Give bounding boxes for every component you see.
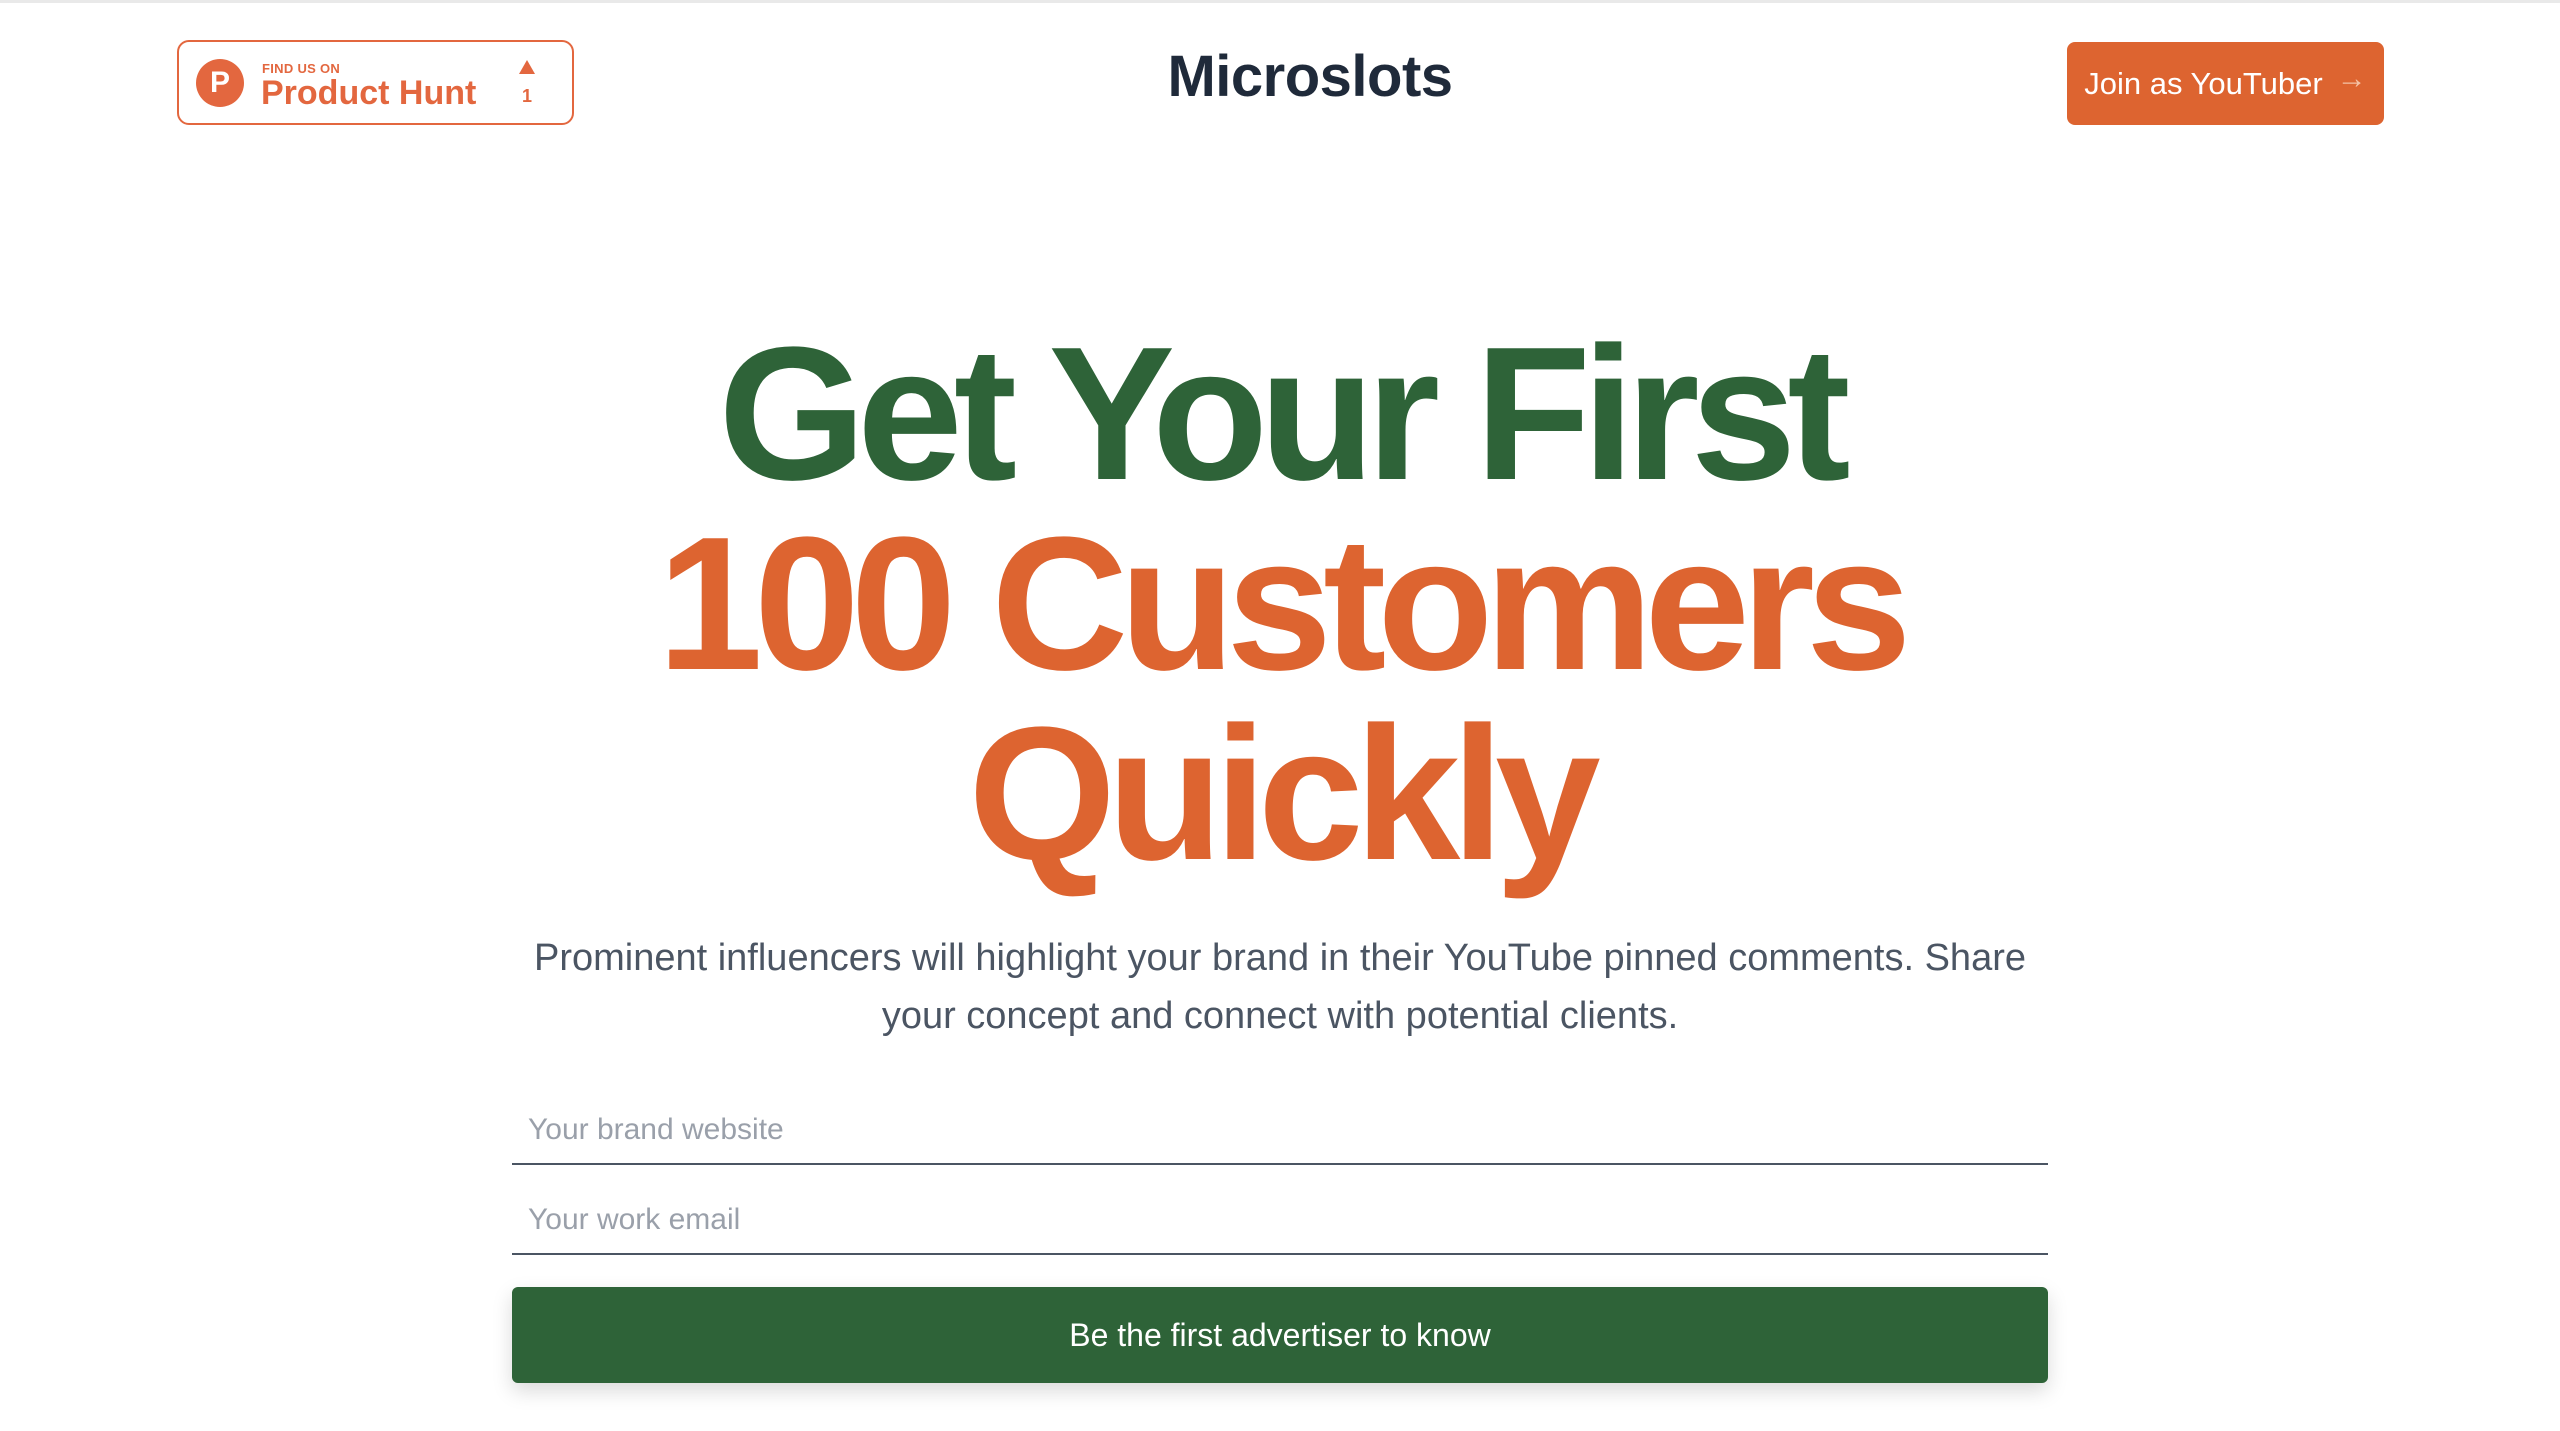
brand-website-input[interactable] [512,1097,2048,1165]
join-as-youtuber-button[interactable]: Join as YouTuber → [2067,42,2384,125]
submit-button[interactable]: Be the first advertiser to know [512,1287,2048,1383]
headline-line-3: Quickly [968,688,1600,900]
headline-line-1: Get Your First [718,308,1850,520]
headline-line-2: 100 Customers [657,498,1911,710]
arrow-right-icon: → [2336,61,2367,95]
hero-headline: Get Your First 100 Customers Quickly [0,319,2560,889]
work-email-input[interactable] [512,1187,2048,1255]
hero-subtext: Prominent influencers will highlight you… [533,937,2026,1037]
landing-page: P FIND US ON Product Hunt 1 Microslots J… [0,0,2560,1431]
join-button-label: Join as YouTuber [2084,65,2323,101]
